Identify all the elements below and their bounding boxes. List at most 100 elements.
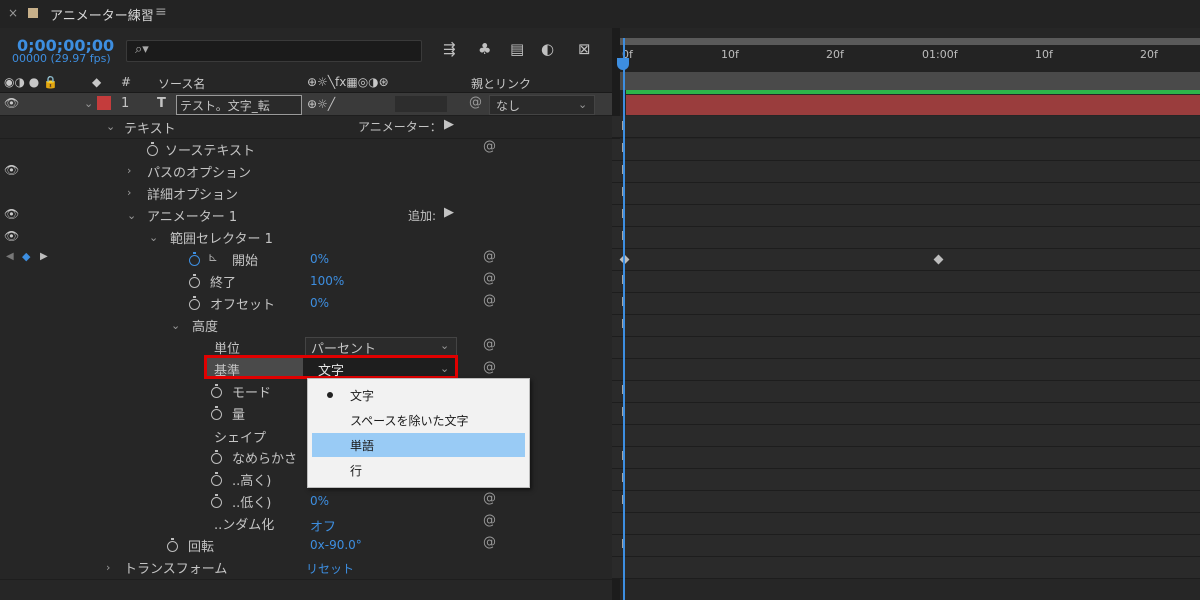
layer-search-input[interactable]: ⌕▾ bbox=[126, 40, 422, 62]
ease-low-value[interactable]: 0% bbox=[310, 494, 329, 508]
prop-row bbox=[0, 535, 612, 558]
chevron-down-icon[interactable]: ⌄ bbox=[171, 319, 180, 332]
timeline-row bbox=[612, 271, 1200, 293]
dropdown-item-characters[interactable]: 文字 bbox=[312, 383, 525, 407]
play-arrow-icon[interactable]: ▶ bbox=[444, 205, 454, 220]
chevron-right-icon[interactable]: › bbox=[106, 561, 110, 574]
layer-switches-icon[interactable]: ⊕☼╱ bbox=[307, 97, 335, 111]
prop-transform: トランスフォーム bbox=[124, 562, 228, 577]
prop-row bbox=[0, 183, 612, 206]
motion-blur-icon[interactable]: ◐ bbox=[541, 40, 554, 58]
keyframe-diamond-icon[interactable]: ◆ bbox=[22, 250, 30, 263]
add-button[interactable]: 追加: bbox=[408, 207, 436, 224]
graph-icon[interactable]: ⊾ bbox=[208, 250, 218, 264]
frame-count: 00000 (29.97 fps) bbox=[12, 52, 111, 65]
pick-whip-icon[interactable]: @ bbox=[483, 249, 496, 264]
close-tab-icon[interactable]: × bbox=[8, 6, 18, 20]
pick-whip-icon[interactable]: @ bbox=[483, 139, 496, 154]
expand-chevron-icon[interactable]: ⌄ bbox=[84, 96, 93, 110]
tab-menu-icon[interactable]: ≡ bbox=[155, 4, 167, 20]
eye-icon[interactable]: 👁 bbox=[4, 207, 19, 221]
comp-flowchart-icon[interactable]: ⇶ bbox=[443, 40, 456, 58]
label-header-icon: ◆ bbox=[92, 75, 102, 89]
prop-row bbox=[0, 491, 612, 514]
frame-blend-icon[interactable]: ▤ bbox=[510, 40, 524, 58]
transform-reset-link[interactable]: リセット bbox=[306, 560, 354, 577]
layer-name-field[interactable]: テスト。文字_転 bbox=[176, 95, 302, 115]
dropdown-item-words[interactable]: 単語 bbox=[312, 433, 525, 457]
prop-mode: モード bbox=[232, 386, 272, 401]
playhead-line[interactable] bbox=[623, 38, 625, 600]
shy-icon[interactable]: ♣ bbox=[478, 40, 491, 58]
eye-icon[interactable]: 👁 bbox=[4, 229, 19, 243]
chevron-right-icon[interactable]: › bbox=[127, 164, 131, 177]
chevron-right-icon[interactable]: › bbox=[127, 186, 131, 199]
based-on-dropdown-menu: 文字 スペースを除いた文字 単語 行 bbox=[307, 378, 530, 488]
work-area-bar[interactable] bbox=[620, 72, 1200, 90]
parent-select[interactable]: なし ⌄ bbox=[489, 95, 595, 115]
parent-link-header[interactable]: 親とリンク bbox=[471, 75, 531, 92]
timeline-row bbox=[612, 469, 1200, 491]
chevron-down-icon[interactable]: ⌄ bbox=[127, 209, 136, 222]
timeline-row bbox=[612, 337, 1200, 359]
stopwatch-icon[interactable] bbox=[211, 472, 222, 488]
prop-row bbox=[0, 315, 612, 338]
graph-editor-icon[interactable]: ⊠ bbox=[578, 40, 591, 58]
eye-icon[interactable]: 👁 bbox=[4, 96, 19, 110]
prop-advanced: 高度 bbox=[192, 320, 219, 335]
pick-whip-icon[interactable]: @ bbox=[483, 360, 496, 375]
pick-whip-icon[interactable]: @ bbox=[483, 513, 496, 528]
prop-randomize: ..ンダム化 bbox=[214, 518, 275, 533]
rotation-value[interactable]: 0x-90.0° bbox=[310, 538, 362, 552]
layer-duration-bar[interactable] bbox=[626, 95, 1200, 115]
stopwatch-icon[interactable] bbox=[211, 384, 222, 400]
chevron-down-icon[interactable]: ⌄ bbox=[149, 231, 158, 244]
comp-color-swatch bbox=[28, 8, 38, 18]
dropdown-item-characters-excluding-spaces[interactable]: スペースを除いた文字 bbox=[312, 408, 525, 432]
time-navigator[interactable] bbox=[620, 38, 1200, 45]
pick-whip-icon[interactable]: @ bbox=[469, 95, 482, 110]
stopwatch-icon[interactable] bbox=[147, 142, 158, 158]
start-value[interactable]: 0% bbox=[310, 252, 329, 266]
next-keyframe-icon[interactable]: ▶ bbox=[40, 251, 48, 262]
rendered-bar bbox=[626, 90, 1200, 94]
parent-value: なし bbox=[496, 99, 521, 113]
offset-value[interactable]: 0% bbox=[310, 296, 329, 310]
prop-rotation: 回転 bbox=[188, 540, 215, 555]
dropdown-item-lines[interactable]: 行 bbox=[312, 458, 525, 482]
pick-whip-icon[interactable]: @ bbox=[483, 271, 496, 286]
pick-whip-icon[interactable]: @ bbox=[483, 535, 496, 550]
ruler-tick: 01:00f bbox=[922, 48, 958, 61]
end-value[interactable]: 100% bbox=[310, 274, 344, 288]
source-name-header[interactable]: ソース名 bbox=[158, 75, 205, 92]
stopwatch-icon[interactable] bbox=[167, 538, 178, 554]
prop-row bbox=[0, 139, 612, 162]
av-features-header-icon: ◉◑ ● 🔒 bbox=[4, 75, 58, 89]
randomize-value[interactable]: オフ bbox=[310, 516, 336, 535]
stopwatch-icon[interactable] bbox=[189, 274, 200, 290]
eye-icon[interactable]: 👁 bbox=[4, 163, 19, 177]
pick-whip-icon[interactable]: @ bbox=[483, 491, 496, 506]
stopwatch-active-icon[interactable] bbox=[189, 252, 200, 268]
text-layer-icon: T bbox=[157, 96, 166, 111]
pick-whip-icon[interactable]: @ bbox=[483, 293, 496, 308]
timeline-row bbox=[612, 513, 1200, 535]
animator-button[interactable]: アニメーター： bbox=[358, 118, 442, 135]
chevron-down-icon[interactable]: ⌄ bbox=[106, 120, 115, 133]
stopwatch-icon[interactable] bbox=[211, 450, 222, 466]
prop-row bbox=[0, 161, 612, 184]
stopwatch-icon[interactable] bbox=[189, 296, 200, 312]
prev-keyframe-icon[interactable]: ◀ bbox=[6, 251, 14, 262]
pick-whip-icon[interactable]: @ bbox=[483, 337, 496, 352]
layer-label-color[interactable] bbox=[97, 96, 111, 110]
play-arrow-icon[interactable]: ▶ bbox=[444, 117, 454, 132]
units-select[interactable]: パーセント ⌄ bbox=[305, 337, 457, 357]
layer-switch-boxes[interactable] bbox=[395, 96, 447, 112]
stopwatch-icon[interactable] bbox=[211, 406, 222, 422]
timeline-row bbox=[612, 557, 1200, 579]
timeline-row bbox=[612, 425, 1200, 447]
stopwatch-icon[interactable] bbox=[211, 494, 222, 510]
prop-animator1: アニメーター 1 bbox=[147, 210, 238, 225]
comp-tab-title[interactable]: アニメーター練習 bbox=[50, 5, 154, 24]
playhead-handle[interactable] bbox=[617, 58, 629, 70]
